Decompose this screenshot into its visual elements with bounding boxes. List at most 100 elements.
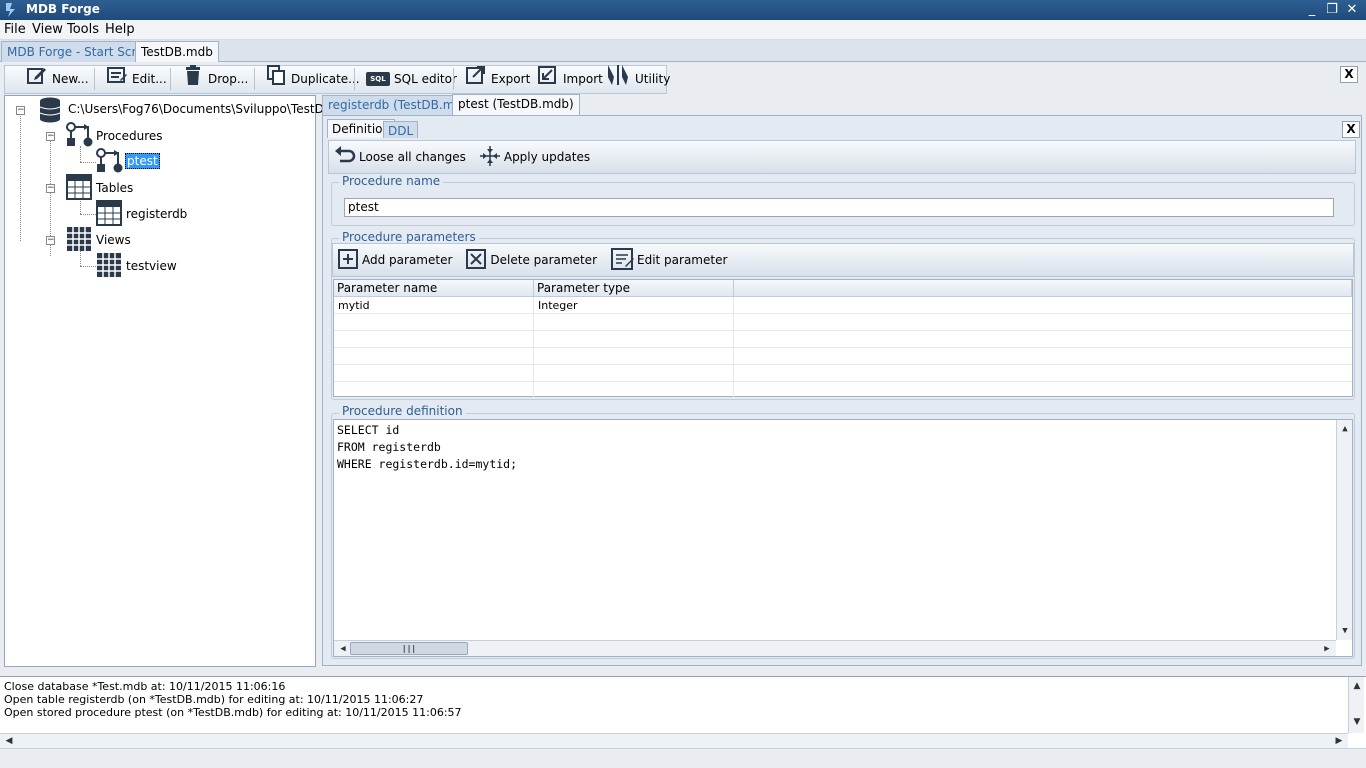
log-vertical-scrollbar[interactable]: ▲ ▼ bbox=[1348, 677, 1364, 733]
apply-updates-label: Apply updates bbox=[503, 150, 591, 164]
scroll-down-icon[interactable]: ▼ bbox=[1338, 624, 1352, 638]
delete-parameter-label: Delete parameter bbox=[490, 253, 597, 267]
vertical-scrollbar[interactable]: ▲ ▼ bbox=[1336, 420, 1352, 640]
import-button[interactable]: Import bbox=[537, 64, 603, 94]
minimize-button[interactable]: _ bbox=[1302, 1, 1322, 19]
expander-tables[interactable]: − bbox=[46, 184, 55, 193]
procedure-parameters-group-label: Procedure parameters bbox=[339, 230, 479, 244]
edit-list-icon bbox=[611, 247, 635, 274]
toolbar-divider bbox=[453, 68, 454, 90]
maximize-button[interactable]: ❐ bbox=[1322, 1, 1342, 19]
duplicate-button[interactable]: Duplicate... bbox=[265, 64, 360, 94]
menu-file[interactable]: File bbox=[4, 22, 26, 37]
empty-cell bbox=[334, 331, 534, 348]
toolbar-divider bbox=[254, 68, 255, 90]
edit-parameter-button[interactable]: Edit parameter bbox=[611, 247, 727, 274]
new-edit-icon bbox=[26, 64, 48, 94]
scroll-up-icon[interactable]: ▲ bbox=[1350, 679, 1364, 693]
tree-item-ptest[interactable]: ptest bbox=[125, 153, 160, 169]
import-label: Import bbox=[563, 72, 603, 86]
column-header-parameter-name[interactable]: Parameter name bbox=[334, 280, 534, 297]
apply-icon bbox=[479, 145, 501, 170]
empty-row bbox=[334, 314, 1352, 331]
empty-row bbox=[334, 365, 1352, 382]
tree-item-registerdb[interactable]: registerdb bbox=[126, 207, 187, 221]
edit-list-icon bbox=[106, 64, 128, 94]
scroll-down-icon[interactable]: ▼ bbox=[1350, 715, 1364, 729]
cell-parameter-name[interactable]: mytid bbox=[334, 297, 534, 314]
empty-cell bbox=[334, 365, 534, 382]
views-icon bbox=[66, 226, 92, 255]
scroll-thumb[interactable]: ||| bbox=[350, 642, 468, 655]
import-icon bbox=[537, 64, 559, 94]
sql-icon: SQL bbox=[366, 72, 390, 86]
tree-tables[interactable]: Tables bbox=[96, 181, 133, 195]
tree-root-path[interactable]: C:\Users\Fog76\Documents\Sviluppo\TestDB… bbox=[68, 102, 363, 116]
tables-icon bbox=[66, 174, 92, 203]
new-button[interactable]: New... bbox=[26, 67, 89, 91]
menu-help[interactable]: Help bbox=[105, 22, 135, 37]
edit-parameter-label: Edit parameter bbox=[637, 253, 728, 267]
toolbar-divider bbox=[170, 68, 171, 90]
empty-cell bbox=[534, 382, 734, 399]
loose-changes-label: Loose all changes bbox=[359, 150, 466, 164]
new-label: New... bbox=[52, 72, 89, 86]
export-button[interactable]: Export bbox=[465, 66, 530, 91]
procedure-icon bbox=[96, 148, 124, 177]
tree-procedures[interactable]: Procedures bbox=[96, 129, 163, 143]
add-parameter-button[interactable]: Add parameter bbox=[338, 248, 452, 272]
empty-cell bbox=[534, 348, 734, 365]
column-header-filler bbox=[734, 280, 1352, 297]
document-tabs: MDB Forge - Start Screen TestDB.mdb bbox=[0, 40, 1366, 62]
close-editor-button[interactable]: X bbox=[1342, 121, 1360, 138]
scroll-left-icon[interactable]: ◀ bbox=[2, 734, 16, 748]
expander-procedures[interactable]: − bbox=[46, 132, 55, 141]
duplicate-icon bbox=[265, 64, 287, 94]
tree-connector bbox=[20, 111, 21, 241]
edit-button[interactable]: Edit... bbox=[106, 67, 167, 91]
tab-testdb[interactable]: TestDB.mdb bbox=[135, 41, 219, 62]
tree-item-testview[interactable]: testview bbox=[126, 259, 177, 273]
empty-cell bbox=[334, 314, 534, 331]
table-row[interactable]: mytid Integer bbox=[334, 297, 1352, 314]
scroll-up-icon[interactable]: ▲ bbox=[1338, 422, 1352, 436]
title-bar: MDB Forge _ ❐ ✕ bbox=[0, 0, 1366, 20]
log-horizontal-scrollbar[interactable]: ◀ ▶ bbox=[0, 733, 1348, 748]
sql-editor-label: SQL editor bbox=[394, 72, 457, 86]
menu-view[interactable]: View bbox=[32, 22, 63, 37]
parameters-action-bar: Add parameter Delete parameter Edit para… bbox=[332, 243, 1354, 277]
empty-cell bbox=[334, 348, 534, 365]
status-bar bbox=[0, 748, 1366, 768]
menu-bar: File View Tools Help bbox=[0, 20, 1366, 40]
procedures-icon bbox=[66, 122, 94, 151]
toolbar-divider bbox=[94, 68, 95, 90]
column-header-parameter-type[interactable]: Parameter type bbox=[534, 280, 734, 297]
window-title: MDB Forge bbox=[26, 2, 100, 16]
view-icon bbox=[96, 252, 122, 281]
scroll-right-icon[interactable]: ▶ bbox=[1320, 642, 1334, 656]
close-document-button[interactable]: X bbox=[1340, 66, 1358, 83]
menu-tools[interactable]: Tools bbox=[67, 22, 99, 37]
delete-parameter-button[interactable]: Delete parameter bbox=[466, 248, 597, 272]
scroll-right-icon[interactable]: ▶ bbox=[1332, 734, 1346, 748]
apply-updates-button[interactable]: Apply updates bbox=[479, 145, 590, 170]
expander-root[interactable]: − bbox=[16, 106, 25, 115]
toolbar-divider bbox=[354, 68, 355, 90]
drop-button[interactable]: Drop... bbox=[182, 64, 248, 94]
horizontal-scrollbar[interactable]: ◀ ||| ▶ bbox=[334, 640, 1336, 656]
expander-views[interactable]: − bbox=[46, 236, 55, 245]
scroll-left-icon[interactable]: ◀ bbox=[336, 642, 350, 656]
log-line: Open table registerdb (on *TestDB.mdb) f… bbox=[4, 693, 424, 706]
tree-views[interactable]: Views bbox=[96, 233, 131, 247]
tab-ddl[interactable]: DDL bbox=[383, 121, 419, 138]
cell-parameter-type[interactable]: Integer bbox=[534, 297, 734, 314]
close-window-button[interactable]: ✕ bbox=[1342, 1, 1362, 19]
sql-editor-button[interactable]: SQL SQL editor bbox=[366, 67, 457, 91]
editor-action-bar: Loose all changes Apply updates bbox=[328, 140, 1356, 174]
tab-ptest[interactable]: ptest (TestDB.mdb) bbox=[452, 94, 580, 115]
utility-button[interactable]: Utility bbox=[605, 65, 670, 91]
sql-definition-editor[interactable]: SELECT id FROM registerdb WHERE register… bbox=[333, 419, 1353, 657]
procedure-name-input[interactable]: ptest bbox=[344, 198, 1334, 217]
loose-changes-button[interactable]: Loose all changes bbox=[334, 145, 466, 170]
trash-icon bbox=[182, 64, 204, 94]
